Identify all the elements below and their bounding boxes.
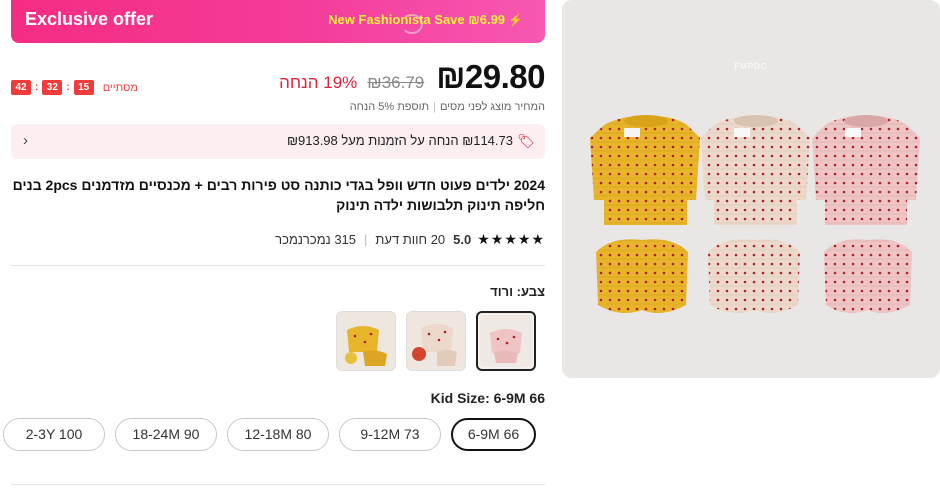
exclusive-offer-banner[interactable]: Exclusive offer New Fashionista Save ₪6.…: [11, 0, 545, 43]
size-option-18-24m[interactable]: 18-24M 90: [115, 418, 217, 451]
countdown-minutes: 32: [42, 80, 63, 95]
color-swatch-pink[interactable]: [476, 311, 536, 371]
coupon-bar[interactable]: 🏷 ₪114.73 הנחה על הזמנות מעל ₪913.98 ‹: [11, 124, 545, 159]
countdown-seconds: 42: [11, 80, 31, 95]
chevron-left-icon[interactable]: ‹: [23, 132, 28, 149]
countdown-timer: 42 : 32 : 15 מסתיים: [11, 80, 138, 95]
product-photo: [562, 0, 940, 378]
price-row: ₪29.80 ₪36.79 19% הנחה: [279, 58, 545, 98]
offer-title: Exclusive offer: [25, 9, 154, 29]
current-price: ₪29.80: [436, 58, 545, 95]
divider: [11, 265, 545, 266]
brand-watermark: FMPDC: [734, 62, 768, 71]
yellow-outfit-thumbnail: [337, 312, 395, 370]
size-options: 6-9M 66 9-12M 73 12-18M 80 18-24M 90 2-3…: [3, 418, 536, 451]
product-title: 2024 ילדים פעוט חדש וופל בגדי כותנה סט פ…: [12, 177, 545, 213]
rating-score: 5.0: [453, 231, 472, 247]
size-option-2-3y[interactable]: 2-3Y 100: [3, 418, 105, 451]
beige-outfit-thumbnail: [407, 312, 465, 370]
size-option-6-9m[interactable]: 6-9M 66: [451, 418, 536, 451]
product-info: Exclusive offer New Fashionista Save ₪6.…: [3, 0, 545, 491]
rating-row[interactable]: ★★★★★ 5.0 20 חוות דעת | 315 נמכרנמכר: [275, 230, 545, 248]
size-option-12-18m[interactable]: 12-18M 80: [227, 418, 329, 451]
tag-icon: 🏷: [517, 133, 535, 149]
review-count[interactable]: 20 חוות דעת: [375, 232, 445, 247]
product-main-image[interactable]: FMPDC: [562, 0, 940, 378]
offer-save-text: New Fashionista Save ₪6.99 ⚡: [328, 12, 523, 27]
color-swatch-yellow[interactable]: [336, 311, 396, 371]
coupon-text: ₪114.73 הנחה על הזמנות מעל ₪913.98: [286, 133, 513, 148]
sold-count: 315 נמכרנמכר: [275, 231, 357, 247]
size-option-9-12m[interactable]: 9-12M 73: [339, 418, 441, 451]
price-note: המחיר מוצג לפני מסים|תוספת 5% הנחה: [349, 101, 545, 113]
pink-outfit-thumbnail: [480, 315, 532, 367]
countdown-label: מסתיים: [102, 81, 138, 94]
color-label: צבע: ורוד: [490, 284, 545, 299]
color-swatches: [336, 311, 536, 371]
product-page: FMPDC Exclusive offer New Fashionista Sa…: [0, 0, 940, 491]
color-swatch-beige[interactable]: [406, 311, 466, 371]
original-price: ₪36.79: [367, 73, 425, 92]
divider: [11, 484, 545, 485]
extra-discount-note: תוספת 5% הנחה: [349, 101, 430, 113]
tax-note: המחיר מוצג לפני מסים: [439, 101, 545, 113]
discount-badge: 19% הנחה: [279, 73, 358, 92]
size-label: Kid Size: 6-9M 66: [430, 390, 545, 406]
lightning-icon: ⚡: [508, 13, 523, 27]
countdown-hours: 15: [73, 80, 94, 95]
star-rating-icon: ★★★★★: [477, 230, 545, 247]
